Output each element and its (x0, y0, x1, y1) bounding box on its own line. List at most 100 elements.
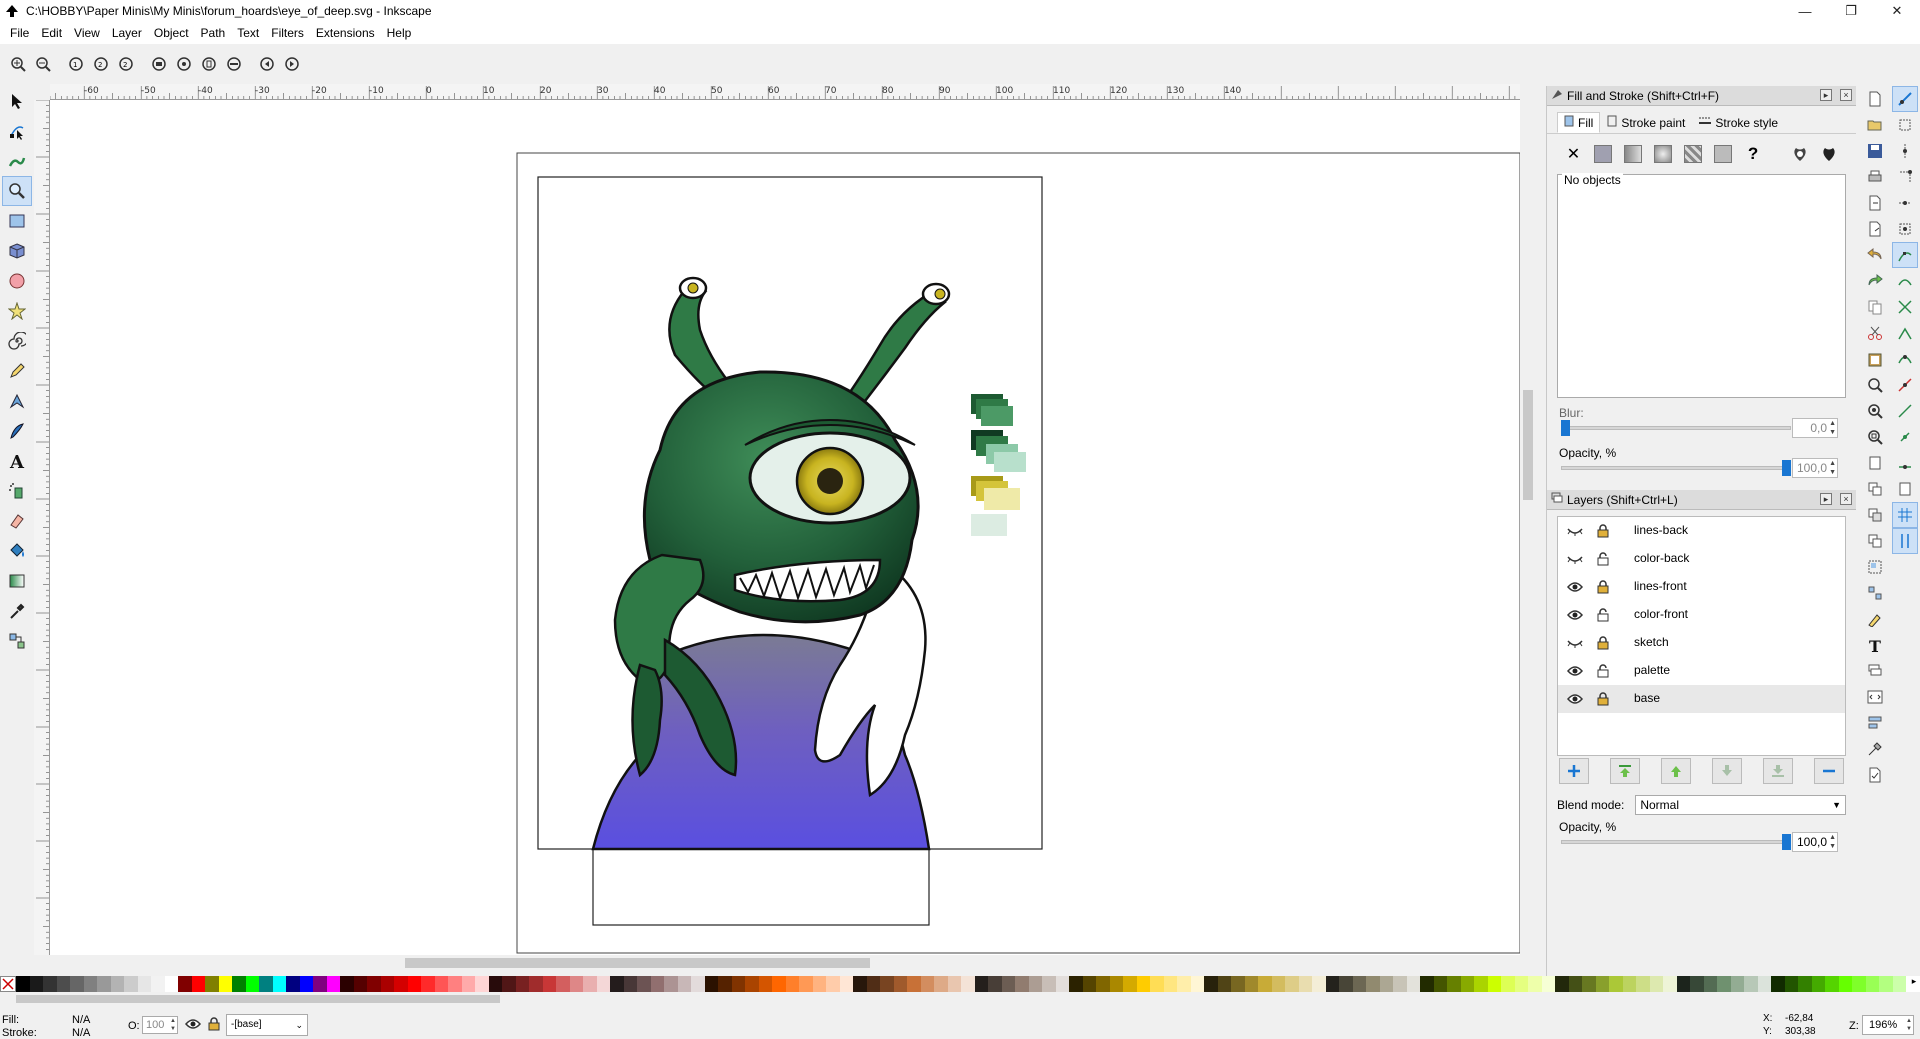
zoom-drawing-icon[interactable] (172, 52, 196, 76)
snap-nodes-icon[interactable] (1892, 242, 1918, 268)
palette-swatch[interactable] (1285, 976, 1299, 992)
raise-to-top-button[interactable] (1610, 758, 1640, 784)
horizontal-scrollbar[interactable] (50, 955, 1520, 971)
menu-edit[interactable]: Edit (35, 22, 68, 44)
import-icon[interactable] (1862, 190, 1888, 216)
blur-slider-knob[interactable] (1561, 420, 1570, 436)
eye-closed-icon[interactable] (1566, 635, 1584, 651)
text-font-icon[interactable]: T (1862, 632, 1888, 658)
no-color-swatch[interactable] (0, 976, 16, 992)
palette-swatch[interactable] (137, 976, 151, 992)
gradient-tool-icon[interactable] (2, 566, 32, 596)
palette-swatch[interactable] (785, 976, 799, 992)
palette-swatch[interactable] (1838, 976, 1852, 992)
palette-swatch[interactable] (43, 976, 57, 992)
palette-swatch[interactable] (920, 976, 934, 992)
snap-paths-icon[interactable] (1892, 268, 1918, 294)
palette-swatch[interactable] (1096, 976, 1110, 992)
snap-rotation-centers-icon[interactable] (1892, 424, 1918, 450)
node-tool-icon[interactable] (2, 116, 32, 146)
palette-swatch[interactable] (1069, 976, 1083, 992)
snap-page-border-icon[interactable] (1892, 476, 1918, 502)
palette-scrollbar[interactable] (0, 992, 1920, 1006)
layer-opacity-spinbox[interactable]: 100,0 ▲ ▼ (1792, 832, 1838, 852)
palette-swatch[interactable] (1541, 976, 1555, 992)
align-distribute-icon[interactable] (1862, 710, 1888, 736)
palette-swatch[interactable] (259, 976, 273, 992)
palette-scrollbar-thumb[interactable] (16, 995, 500, 1003)
tab-fill[interactable]: Fill (1557, 112, 1601, 133)
palette-swatch[interactable] (1717, 976, 1731, 992)
layer-row-lines-back[interactable]: lines-back (1558, 517, 1845, 545)
palette-swatch[interactable] (56, 976, 70, 992)
document-properties-icon[interactable] (1862, 762, 1888, 788)
palette-swatch[interactable] (1568, 976, 1582, 992)
palette-swatch[interactable] (191, 976, 205, 992)
select-original-icon[interactable] (1862, 528, 1888, 554)
palette-swatch[interactable] (245, 976, 259, 992)
palette-swatch[interactable] (1447, 976, 1461, 992)
palette-swatch[interactable] (1433, 976, 1447, 992)
layer-opacity-slider-knob[interactable] (1782, 834, 1791, 850)
snap-guides-icon[interactable] (1892, 528, 1918, 554)
text-tool-icon[interactable]: A (2, 446, 32, 476)
palette-swatch[interactable] (1622, 976, 1636, 992)
palette-swatch[interactable] (677, 976, 691, 992)
zoom-page-cmd-icon[interactable] (1862, 424, 1888, 450)
zoom-tool-icon[interactable] (2, 176, 32, 206)
lock-open-icon[interactable] (1596, 551, 1610, 567)
layers-dialog-icon[interactable] (1862, 658, 1888, 684)
palette-swatch[interactable] (1055, 976, 1069, 992)
palette-swatch[interactable] (934, 976, 948, 992)
palette-swatch[interactable] (866, 976, 880, 992)
palette-swatch[interactable] (1676, 976, 1690, 992)
flat-color-icon[interactable] (1591, 142, 1616, 166)
selector-tool-icon[interactable] (2, 86, 32, 116)
palette-swatch[interactable] (1784, 976, 1798, 992)
cut-icon[interactable] (1862, 320, 1888, 346)
palette-swatch[interactable] (1730, 976, 1744, 992)
palette-swatch[interactable] (772, 976, 786, 992)
palette-swatch[interactable] (1163, 976, 1177, 992)
open-file-icon[interactable] (1862, 112, 1888, 138)
palette-swatch[interactable] (394, 976, 408, 992)
pen-tool-icon[interactable] (2, 386, 32, 416)
layer-visibility-icon[interactable] (185, 1018, 201, 1033)
menu-text[interactable]: Text (231, 22, 265, 44)
palette-swatch[interactable] (1487, 976, 1501, 992)
palette-swatch[interactable] (475, 976, 489, 992)
palette-swatch[interactable] (893, 976, 907, 992)
redo-icon[interactable] (1862, 268, 1888, 294)
snap-object-midpoints-icon[interactable] (1892, 398, 1918, 424)
zoom-selection-icon[interactable] (147, 52, 171, 76)
palette-swatch[interactable] (1271, 976, 1285, 992)
palette-swatch[interactable] (1879, 976, 1893, 992)
undo-icon[interactable] (1862, 242, 1888, 268)
xml-editor-icon[interactable] (1862, 684, 1888, 710)
lower-to-bottom-button[interactable] (1763, 758, 1793, 784)
fill-stroke-float-button[interactable]: ▸ (1820, 89, 1832, 101)
menu-layer[interactable]: Layer (106, 22, 148, 44)
palette-swatch[interactable] (1109, 976, 1123, 992)
horizontal-ruler[interactable]: -60 -50 -40 -30 -20 -10 0 10 20 30 40 50 60 70 80 90 100… (50, 84, 1520, 100)
layer-row-color-back[interactable]: color-back (1558, 545, 1845, 573)
zoom-previous-icon[interactable] (255, 52, 279, 76)
fill-stroke-close-button[interactable]: × (1840, 89, 1852, 101)
palette-swatch[interactable] (1312, 976, 1326, 992)
palette-swatch[interactable] (610, 976, 624, 992)
palette-swatch[interactable] (353, 976, 367, 992)
palette-swatch[interactable] (569, 976, 583, 992)
zoom-1-1-icon[interactable]: 1 (64, 52, 88, 76)
palette-swatch[interactable] (461, 976, 475, 992)
palette-swatch[interactable] (164, 976, 178, 992)
palette-swatch[interactable] (1136, 976, 1150, 992)
zoom-next-icon[interactable] (280, 52, 304, 76)
palette-swatch[interactable] (731, 976, 745, 992)
palette-swatch[interactable] (1865, 976, 1879, 992)
palette-swatch[interactable] (1825, 976, 1839, 992)
palette-swatch[interactable] (272, 976, 286, 992)
palette-swatch[interactable] (1811, 976, 1825, 992)
palette-swatch[interactable] (637, 976, 651, 992)
palette-swatch[interactable] (1609, 976, 1623, 992)
palette-swatch[interactable] (1420, 976, 1434, 992)
